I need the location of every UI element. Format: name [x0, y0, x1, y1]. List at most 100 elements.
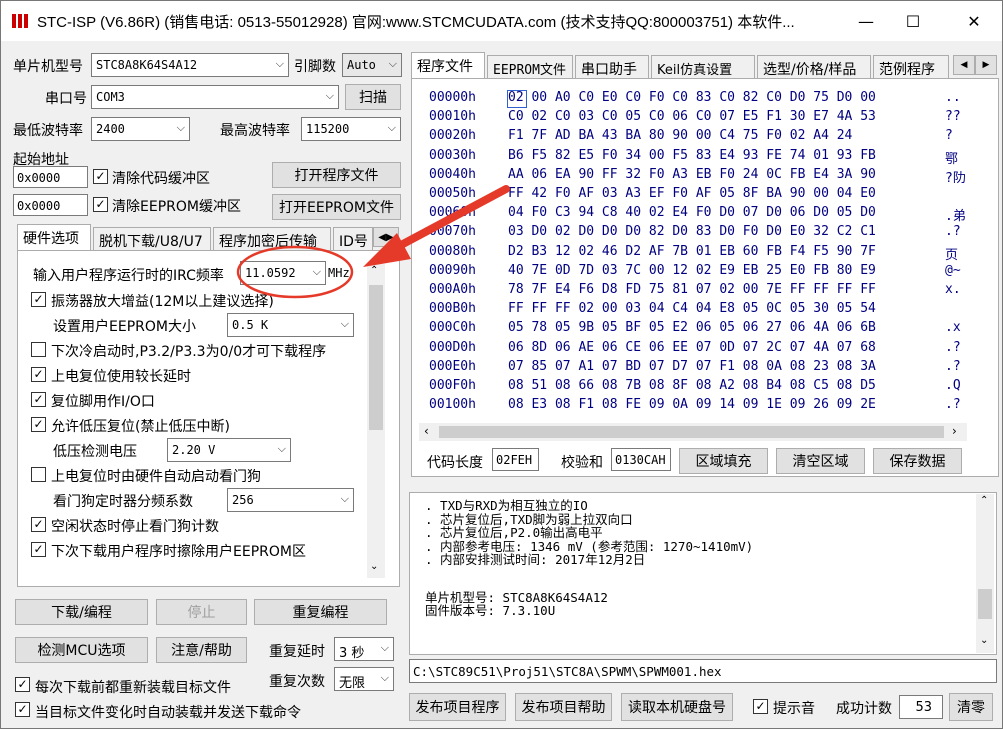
clear-region-button[interactable]: 清空区域 — [776, 448, 865, 474]
pin-count-select[interactable]: Auto ⌵ — [342, 53, 402, 77]
tab-selection-price[interactable]: 选型/价格/样品 — [757, 55, 871, 79]
scan-button[interactable]: 扫描 — [345, 84, 401, 110]
option-checkbox[interactable]: ✓ — [31, 542, 46, 557]
hex-row-bytes: 08 E3 08 F1 08 FE 09 0A 09 14 09 1E 09 2… — [508, 397, 876, 413]
mcu-model-value: STC8A8K64S4A12 — [96, 58, 198, 72]
hex-row-ascii: .弟 — [945, 209, 966, 225]
save-data-button[interactable]: 保存数据 — [873, 448, 962, 474]
hex-row-bytes: AA 06 EA 90 FF 32 F0 A3 EB F0 24 0C FB E… — [508, 166, 876, 182]
arrow-shaft — [382, 185, 510, 257]
auto-load-send-checkbox[interactable]: ✓ — [15, 702, 30, 717]
clear-eeprom-buffer-checkbox[interactable]: ✓ — [93, 197, 108, 212]
repeat-program-button[interactable]: 重复编程 — [254, 599, 387, 625]
hex-row-bytes: C0 02 C0 03 C0 05 C0 06 C0 07 E5 F1 30 E… — [508, 109, 876, 125]
hex-row-bytes: 40 7E 0D 7D 03 7C 00 12 02 E9 EB 25 E0 F… — [508, 262, 876, 278]
option-select[interactable]: 0.5 K ⌵ — [227, 313, 354, 337]
reload-before-download-checkbox[interactable]: ✓ — [15, 677, 30, 692]
options-scrollbar[interactable]: ⌃ ⌄ — [367, 263, 385, 578]
check-mcu-options-button[interactable]: 检测MCU选项 — [15, 637, 148, 663]
tab-offline-download[interactable]: 脱机下载/U8/U7 — [93, 227, 211, 251]
tab-scroll-left-icon[interactable]: ◀ — [953, 55, 975, 75]
hex-row-ascii: .x — [945, 320, 961, 336]
message-log-scrollbar[interactable]: ⌃ ⌄ — [976, 494, 994, 653]
publish-project-button[interactable]: 发布项目程序 — [409, 693, 506, 721]
hex-horizontal-scrollbar[interactable]: ‹ › — [419, 423, 967, 441]
serial-port-label: 串口号 — [45, 91, 87, 107]
scroll-right-icon[interactable]: › — [952, 424, 957, 438]
hex-row-address: 00040h — [429, 166, 476, 182]
irc-frequency-label: 输入用户程序运行时的IRC频率 — [33, 268, 224, 284]
close-button[interactable]: ✕ — [951, 1, 997, 41]
hex-row-ascii: .? — [945, 358, 961, 374]
max-baud-select[interactable]: 115200 ⌵ — [301, 117, 401, 141]
option-checkbox[interactable]: ✓ — [31, 367, 46, 382]
option-checkbox[interactable]: ✓ — [31, 517, 46, 532]
code-length-label: 代码长度 — [427, 455, 483, 471]
code-start-address-input[interactable]: 0x0000 — [13, 166, 88, 188]
option-select[interactable]: 2.20 V ⌵ — [167, 438, 291, 462]
repeat-count-value: 无限 — [339, 676, 366, 691]
clear-code-buffer-checkbox[interactable]: ✓ — [93, 169, 108, 184]
scroll-up-icon[interactable]: ⌃ — [980, 495, 988, 506]
tab-scroll-right-icon[interactable]: ▶ — [975, 55, 997, 75]
mcu-model-select[interactable]: STC8A8K64S4A12 ⌵ — [91, 53, 289, 77]
hex-vertical-scrollbar[interactable] — [969, 87, 987, 423]
option-checkbox[interactable]: ✓ — [31, 292, 46, 307]
reset-count-button[interactable]: 清零 — [949, 693, 993, 721]
annotation-arrow-overlay — [236, 185, 510, 299]
min-baud-label: 最低波特率 — [13, 123, 83, 139]
scroll-down-icon[interactable]: ⌄ — [370, 561, 378, 572]
success-count-label: 成功计数 — [836, 701, 892, 717]
repeat-delay-select[interactable]: 3 秒 ⌵ — [334, 637, 394, 661]
log-line: . TXD与RXD为相互独立的IO — [425, 498, 588, 513]
sound-checkbox[interactable]: ✓ — [753, 699, 768, 714]
region-fill-button[interactable]: 区域填充 — [679, 448, 768, 474]
chevron-down-icon: ⌵ — [340, 317, 349, 330]
option-checkbox[interactable] — [31, 342, 46, 357]
hex-row-bytes: 05 78 05 9B 05 BF 05 E2 06 05 06 27 06 4… — [508, 320, 876, 336]
hex-row-ascii: 鄂 — [945, 151, 959, 167]
hex-row-bytes: 04 F0 C3 94 C8 40 02 E4 F0 D0 07 D0 06 D… — [508, 205, 876, 221]
scroll-down-icon[interactable]: ⌄ — [980, 635, 988, 646]
tab-keil-simulation[interactable]: Keil仿真设置 — [651, 55, 755, 79]
hex-row-bytes: F1 7F AD BA 43 BA 80 90 00 C4 75 F0 02 A… — [508, 128, 853, 144]
eeprom-start-address-input[interactable]: 0x0000 — [13, 194, 88, 216]
log-line: 固件版本号: 7.3.10U — [425, 603, 556, 619]
option-select[interactable]: 256 ⌵ — [227, 488, 354, 512]
tab-eeprom-file[interactable]: EEPROM文件 — [487, 55, 573, 79]
help-button[interactable]: 注意/帮助 — [156, 637, 247, 663]
option-checkbox[interactable] — [31, 467, 46, 482]
download-program-button[interactable]: 下载/编程 — [15, 599, 148, 625]
option-label: 设置用户EEPROM大小 — [53, 319, 196, 335]
hex-row-ascii: .? — [945, 339, 961, 355]
hex-row-bytes: 02 00 A0 C0 E0 C0 F0 C0 83 C0 82 C0 D0 7… — [508, 90, 876, 105]
hex-scrollbar-thumb[interactable] — [439, 426, 944, 438]
tab-example-programs[interactable]: 范例程序 — [873, 55, 949, 79]
option-checkbox[interactable]: ✓ — [31, 392, 46, 407]
scroll-left-icon[interactable]: ‹ — [424, 424, 429, 438]
min-baud-select[interactable]: 2400 ⌵ — [91, 117, 190, 141]
hex-row-ascii: ? — [945, 128, 953, 144]
repeat-count-select[interactable]: 无限 ⌵ — [334, 667, 394, 691]
option-label: 低压检测电压 — [53, 444, 137, 460]
maximize-button[interactable]: ☐ — [890, 1, 936, 41]
read-disk-id-button[interactable]: 读取本机硬盘号 — [621, 693, 733, 721]
option-select-value: 256 — [232, 493, 254, 507]
minimize-button[interactable]: — — [843, 1, 889, 41]
option-label: 看门狗定时器分频系数 — [53, 494, 193, 510]
tab-serial-assistant[interactable]: 串口助手 — [575, 55, 649, 79]
chevron-down-icon: ⌵ — [325, 89, 334, 102]
message-log-scrollbar-thumb[interactable] — [978, 589, 992, 619]
hex-row-ascii: x. — [945, 282, 961, 297]
options-scrollbar-thumb[interactable] — [369, 285, 383, 430]
hex-row-ascii: .. — [945, 90, 961, 105]
publish-help-button[interactable]: 发布项目帮助 — [515, 693, 612, 721]
hex-row-address: 000B0h — [429, 301, 476, 317]
serial-port-select[interactable]: COM3 ⌵ — [91, 85, 339, 109]
hex-row-address: 00030h — [429, 147, 476, 163]
pin-count-value: Auto — [347, 58, 376, 72]
option-checkbox[interactable]: ✓ — [31, 417, 46, 432]
tab-program-file[interactable]: 程序文件 — [411, 52, 485, 79]
stop-button[interactable]: 停止 — [156, 599, 247, 625]
tab-hardware-options[interactable]: 硬件选项 — [17, 224, 91, 251]
